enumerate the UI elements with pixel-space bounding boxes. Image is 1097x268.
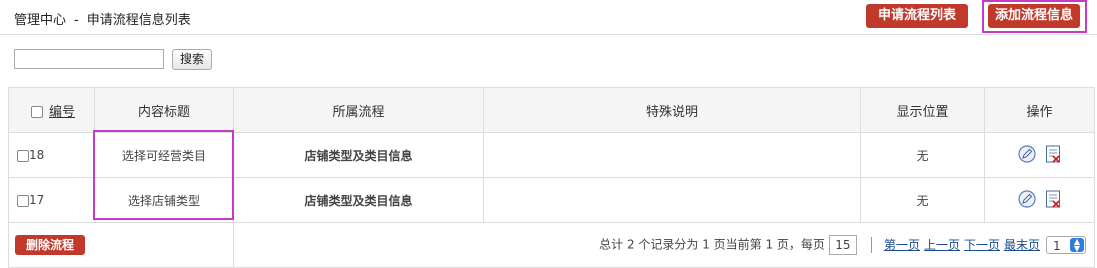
row-id: 18: [29, 148, 45, 162]
row-flow: 店铺类型及类目信息: [233, 132, 484, 178]
breadcrumb-separator: -: [74, 13, 79, 28]
delete-flow-button[interactable]: 删除流程: [15, 235, 85, 255]
row-ops: [984, 132, 1095, 178]
header-ops: 操作: [984, 87, 1095, 133]
header-id[interactable]: 编号: [8, 87, 95, 133]
next-page-link[interactable]: 下一页: [964, 238, 1000, 252]
row-ops: [984, 177, 1095, 223]
edit-icon[interactable]: [1017, 189, 1036, 211]
delete-icon[interactable]: [1045, 190, 1061, 211]
pager-divider: [870, 237, 872, 253]
row-checkbox[interactable]: [17, 149, 29, 162]
delete-icon[interactable]: [1045, 145, 1061, 166]
page-size-input[interactable]: 15: [828, 235, 857, 255]
page-select-value: 1: [1053, 239, 1061, 253]
edit-icon[interactable]: [1017, 144, 1036, 166]
select-all-checkbox[interactable]: [31, 106, 43, 118]
row-id-cell: 18: [8, 132, 95, 178]
pager: 总计 2 个记录分为 1 页当前第 1 页，每页 15 第一页 上一页 下一页 最末页 1 ▲…: [233, 222, 1095, 268]
row-note: [483, 177, 861, 223]
row-flow: 店铺类型及类目信息: [233, 177, 484, 223]
header-flow: 所属流程: [233, 87, 484, 133]
row-position: 无: [860, 132, 985, 178]
header-note: 特殊说明: [483, 87, 861, 133]
row-id: 17: [29, 193, 45, 207]
highlight-box-add-button: [982, 0, 1087, 33]
prev-page-link[interactable]: 上一页: [924, 238, 960, 252]
table-footer-row: 删除流程 总计 2 个记录分为 1 页当前第 1 页，每页 15 第一页 上一页 下一页…: [8, 222, 1095, 268]
table-header-row: 编号 内容标题 所属流程 特殊说明 显示位置 操作: [8, 87, 1095, 133]
row-id-cell: 17: [8, 177, 95, 223]
breadcrumb: 管理中心 - 申请流程信息列表: [14, 9, 191, 28]
search-button[interactable]: 搜索: [172, 49, 212, 70]
pager-summary: 总计 2 个记录分为 1 页当前第 1 页，每页: [599, 237, 825, 252]
top-header: 管理中心 - 申请流程信息列表 申请流程列表 添加流程信息: [0, 0, 1097, 35]
first-page-link[interactable]: 第一页: [884, 238, 920, 252]
header-id-label[interactable]: 编号: [49, 105, 75, 120]
footer-actions: 删除流程: [8, 222, 234, 268]
flow-list-button[interactable]: 申请流程列表: [866, 4, 968, 28]
last-page-link[interactable]: 最末页: [1004, 238, 1040, 252]
highlight-box-titles: [93, 130, 234, 220]
chevron-updown-icon: ▲ ▼: [1070, 238, 1084, 253]
row-position: 无: [860, 177, 985, 223]
header-position: 显示位置: [860, 87, 985, 133]
breadcrumb-current: 申请流程信息列表: [86, 13, 191, 28]
row-note: [483, 132, 861, 178]
header-title: 内容标题: [94, 87, 234, 133]
row-checkbox[interactable]: [17, 194, 29, 207]
search-input[interactable]: [14, 49, 164, 69]
breadcrumb-home[interactable]: 管理中心: [14, 13, 66, 28]
page-select[interactable]: 1 ▲ ▼: [1046, 236, 1086, 254]
